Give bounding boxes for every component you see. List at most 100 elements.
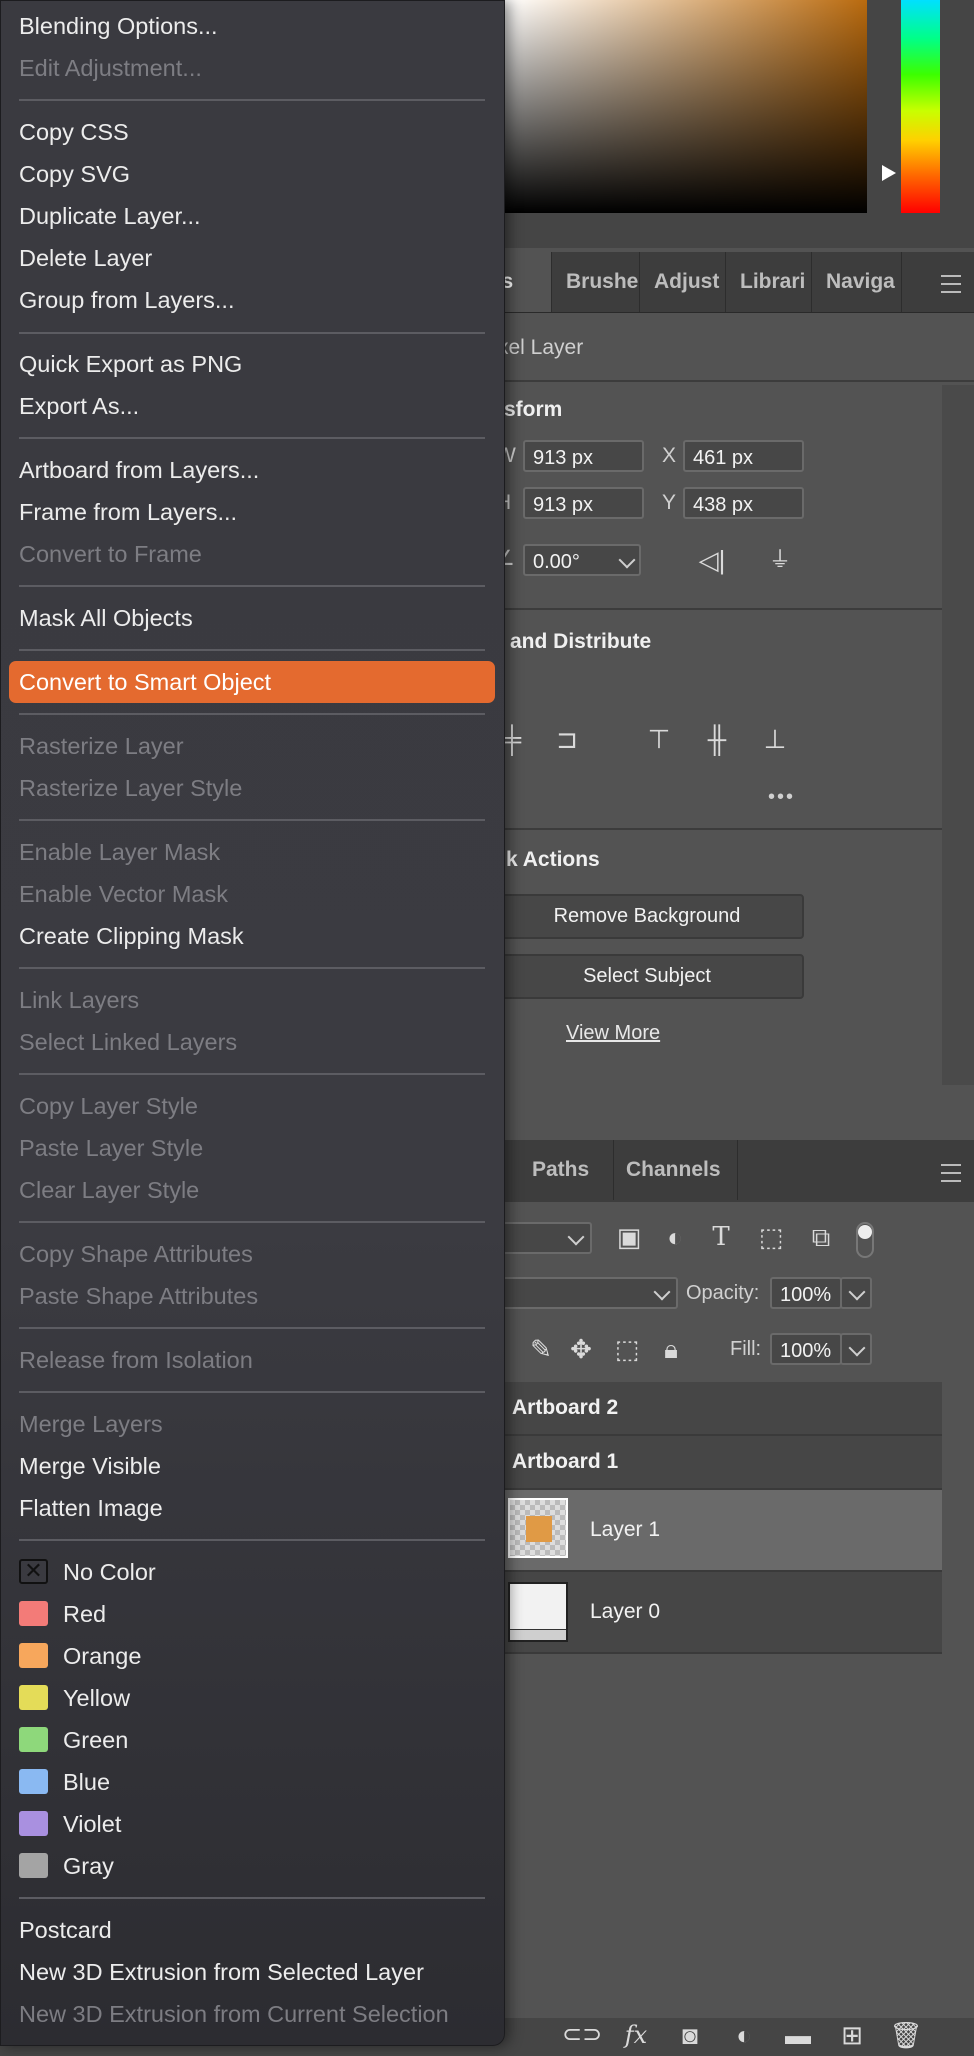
menu-item-link-layers[interactable]: Link Layers — [19, 984, 139, 1016]
menu-item-artboard-from-layers[interactable]: Artboard from Layers... — [19, 454, 259, 486]
tab-channels[interactable]: Channels — [614, 1140, 738, 1200]
lock-artboard-icon[interactable]: ⬚ — [612, 1334, 642, 1364]
blue-swatch[interactable] — [19, 1769, 48, 1794]
menu-item-copy-css[interactable]: Copy CSS — [19, 116, 129, 148]
menu-item-blending-options[interactable]: Blending Options... — [19, 10, 218, 42]
select-subject-button[interactable]: Select Subject — [490, 954, 804, 999]
x-field[interactable]: 461 px — [683, 440, 804, 472]
layer-row-layer-0[interactable]: Layer 0 — [500, 1572, 942, 1654]
menu-item-paste-shape-attributes[interactable]: Paste Shape Attributes — [19, 1280, 258, 1312]
menu-item-mask-all-objects[interactable]: Mask All Objects — [19, 602, 193, 634]
menu-item-select-linked-layers[interactable]: Select Linked Layers — [19, 1026, 237, 1058]
yellow-swatch[interactable] — [19, 1685, 48, 1710]
menu-item-red[interactable]: Red — [63, 1598, 106, 1630]
flip-vertical-icon[interactable]: ⏚ — [762, 545, 798, 575]
menu-item-green[interactable]: Green — [63, 1724, 128, 1756]
height-field[interactable]: 913 px — [523, 487, 644, 519]
lock-position-icon[interactable]: ✥ — [566, 1334, 596, 1364]
panel-menu-icon[interactable] — [941, 275, 961, 293]
menu-item-convert-to-frame[interactable]: Convert to Frame — [19, 538, 202, 570]
link-layers-icon[interactable]: ⊂⊃ — [562, 2020, 602, 2050]
layer-row-artboard-1[interactable]: Artboard 1 — [500, 1436, 942, 1490]
menu-item-new-3d-extrusion-selected-layer[interactable]: New 3D Extrusion from Selected Layer — [19, 1956, 424, 1988]
tab-libraries[interactable]: Librari — [726, 252, 812, 312]
layer-style-fx-icon[interactable]: fx — [618, 2020, 654, 2050]
filter-shape-icon[interactable]: ⬚ — [754, 1222, 788, 1252]
color-field[interactable] — [504, 0, 867, 213]
tab-adjustments[interactable]: Adjust — [640, 252, 726, 312]
filter-toggle[interactable] — [856, 1222, 874, 1258]
menu-item-delete-layer[interactable]: Delete Layer — [19, 242, 152, 274]
flip-horizontal-icon[interactable]: ◁| — [694, 545, 730, 575]
blend-mode-select[interactable] — [500, 1277, 678, 1309]
menu-item-orange[interactable]: Orange — [63, 1640, 141, 1672]
adjustment-layer-icon[interactable]: ◐ — [726, 2020, 762, 2050]
menu-item-paste-layer-style[interactable]: Paste Layer Style — [19, 1132, 203, 1164]
menu-item-copy-svg[interactable]: Copy SVG — [19, 158, 130, 190]
properties-scrollbar[interactable] — [942, 385, 974, 1085]
menu-item-clear-layer-style[interactable]: Clear Layer Style — [19, 1174, 199, 1206]
menu-item-flatten-image[interactable]: Flatten Image — [19, 1492, 163, 1524]
menu-item-new-3d-extrusion-current-selection[interactable]: New 3D Extrusion from Current Selection — [19, 1998, 449, 2030]
menu-item-blue[interactable]: Blue — [63, 1766, 110, 1798]
green-swatch[interactable] — [19, 1727, 48, 1752]
menu-item-yellow[interactable]: Yellow — [63, 1682, 130, 1714]
y-field[interactable]: 438 px — [683, 487, 804, 519]
align-right-icon[interactable]: ⊐ — [552, 724, 582, 754]
menu-item-copy-layer-style[interactable]: Copy Layer Style — [19, 1090, 198, 1122]
orange-swatch[interactable] — [19, 1643, 48, 1668]
opacity-field[interactable]: 100% — [770, 1277, 842, 1309]
menu-item-convert-to-smart-object[interactable]: Convert to Smart Object — [19, 666, 271, 698]
menu-item-release-from-isolation[interactable]: Release from Isolation — [19, 1344, 253, 1376]
menu-item-edit-adjustment[interactable]: Edit Adjustment... — [19, 52, 202, 84]
tab-navigator[interactable]: Naviga — [812, 252, 902, 312]
menu-item-group-from-layers[interactable]: Group from Layers... — [19, 284, 235, 316]
menu-item-enable-layer-mask[interactable]: Enable Layer Mask — [19, 836, 220, 868]
lock-pixels-icon[interactable]: ✎ — [526, 1334, 556, 1364]
view-more-link[interactable]: View More — [566, 1022, 660, 1045]
layers-panel-menu-icon[interactable] — [941, 1164, 961, 1182]
filter-pixel-icon[interactable]: ▣ — [612, 1222, 646, 1252]
more-options-icon[interactable]: ••• — [768, 786, 795, 809]
align-bottom-icon[interactable]: ⊥ — [760, 724, 790, 754]
new-layer-icon[interactable]: ⊞ — [834, 2020, 870, 2050]
filter-adjustment-icon[interactable]: ◐ — [658, 1222, 692, 1252]
menu-item-rasterize-layer[interactable]: Rasterize Layer — [19, 730, 184, 762]
align-vertical-center-icon[interactable]: ╫ — [702, 724, 732, 754]
menu-item-merge-layers[interactable]: Merge Layers — [19, 1408, 163, 1440]
violet-swatch[interactable] — [19, 1811, 48, 1836]
menu-item-no-color[interactable]: No Color — [63, 1556, 156, 1588]
width-field[interactable]: 913 px — [523, 440, 644, 472]
layer-row-layer-1[interactable]: Layer 1 — [500, 1490, 942, 1572]
align-top-icon[interactable]: ⊤ — [644, 724, 674, 754]
tab-paths[interactable]: Paths — [504, 1140, 614, 1200]
menu-item-violet[interactable]: Violet — [63, 1808, 121, 1840]
menu-item-gray[interactable]: Gray — [63, 1850, 114, 1882]
menu-item-copy-shape-attributes[interactable]: Copy Shape Attributes — [19, 1238, 253, 1270]
menu-item-create-clipping-mask[interactable]: Create Clipping Mask — [19, 920, 244, 952]
layer-row-artboard-2[interactable]: Artboard 2 — [500, 1382, 942, 1436]
menu-item-frame-from-layers[interactable]: Frame from Layers... — [19, 496, 237, 528]
lock-all-icon[interactable]: 🔒︎ — [656, 1334, 686, 1364]
filter-type-icon[interactable]: T — [704, 1222, 738, 1252]
red-swatch[interactable] — [19, 1601, 48, 1626]
filter-smart-object-icon[interactable]: ⧉ — [804, 1222, 838, 1252]
remove-background-button[interactable]: Remove Background — [490, 894, 804, 939]
menu-separator — [19, 99, 485, 101]
menu-item-duplicate-layer[interactable]: Duplicate Layer... — [19, 200, 201, 232]
no-color-swatch-icon[interactable]: ✕ — [19, 1559, 48, 1584]
tab-brushes[interactable]: Brushe — [552, 252, 640, 312]
hue-slider[interactable] — [901, 0, 940, 213]
menu-item-rasterize-layer-style[interactable]: Rasterize Layer Style — [19, 772, 242, 804]
menu-item-quick-export-png[interactable]: Quick Export as PNG — [19, 348, 242, 380]
fill-field[interactable]: 100% — [770, 1333, 842, 1365]
gray-swatch[interactable] — [19, 1853, 48, 1878]
menu-item-merge-visible[interactable]: Merge Visible — [19, 1450, 161, 1482]
new-group-folder-icon[interactable]: ▬ — [780, 2020, 816, 2050]
hue-pointer[interactable] — [882, 165, 896, 181]
menu-item-postcard[interactable]: Postcard — [19, 1914, 112, 1946]
menu-item-export-as[interactable]: Export As... — [19, 390, 139, 422]
add-mask-icon[interactable]: ◙ — [672, 2020, 708, 2050]
menu-item-enable-vector-mask[interactable]: Enable Vector Mask — [19, 878, 228, 910]
delete-layer-trash-icon[interactable]: 🗑︎ — [888, 2020, 924, 2050]
